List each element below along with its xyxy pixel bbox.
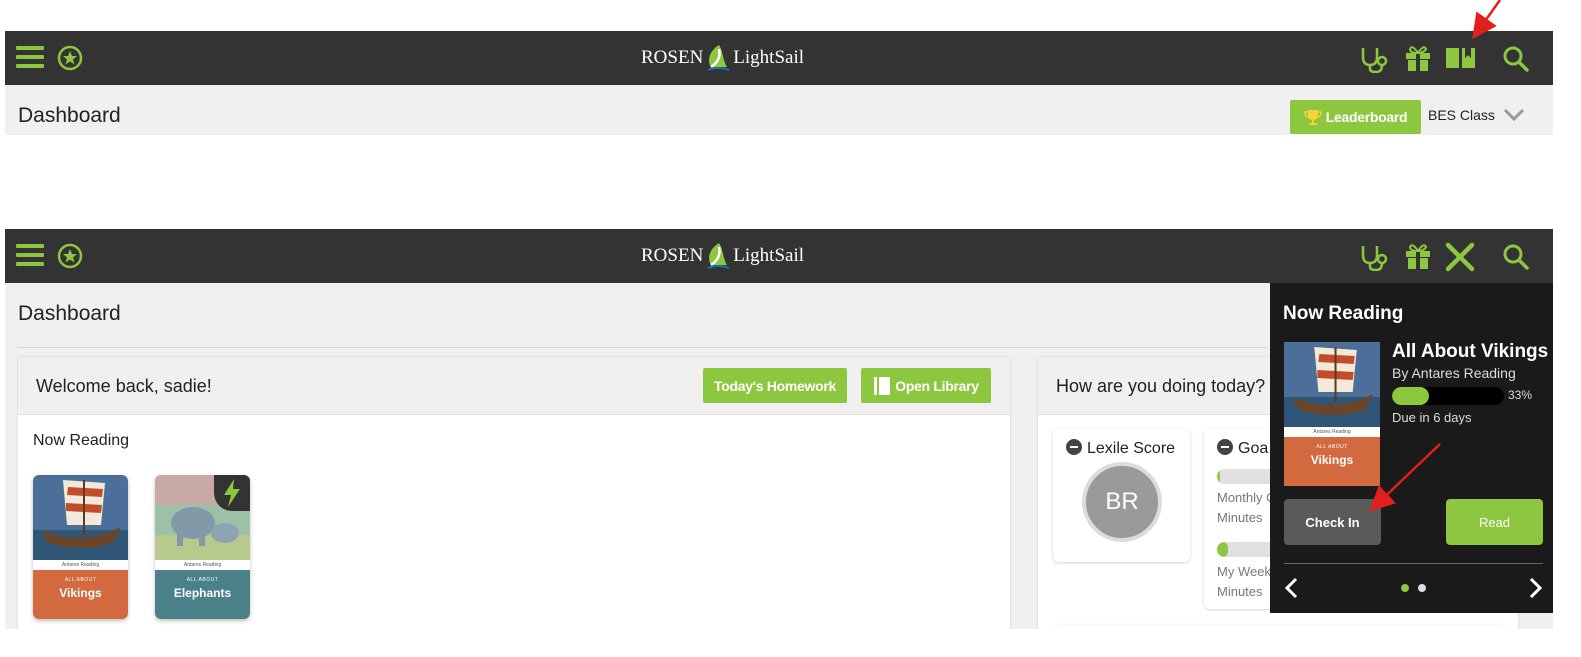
reading-progress-label: 33% — [1508, 388, 1533, 402]
read-button[interactable]: Read — [1446, 499, 1543, 545]
library-label: Open Library — [895, 377, 979, 394]
panel-author: By Antares Reading — [1392, 365, 1516, 381]
hamburger-menu-icon[interactable] — [16, 243, 46, 267]
carousel-dot-active[interactable] — [1401, 584, 1409, 592]
sail-logo-icon — [707, 45, 730, 71]
arrow-to-book-icon — [1472, 0, 1502, 40]
sail-logo-icon — [707, 243, 730, 269]
vikings-cover-art — [33, 475, 128, 560]
open-library-button[interactable]: Open Library — [861, 368, 991, 403]
brand-logo: ROSEN LightSail — [641, 241, 804, 271]
leaderboard-label: Leaderboard — [1325, 109, 1408, 125]
book-band: ALL ABOUT Vikings — [1284, 437, 1380, 486]
carousel-dot[interactable] — [1418, 584, 1426, 592]
screenshot-bottom: ROSEN LightSail Dashboard Welcome back, … — [5, 229, 1553, 629]
hamburger-menu-icon[interactable] — [16, 45, 46, 69]
class-name: BES Class — [1428, 107, 1495, 123]
star-circle-icon[interactable] — [57, 243, 83, 269]
how-doing-title: How are you doing today? — [1056, 376, 1266, 396]
search-icon[interactable] — [1502, 243, 1530, 271]
panel-divider — [1284, 563, 1543, 564]
book-band: ALL ABOUT Vikings — [33, 570, 128, 619]
brand-logo: ROSEN LightSail — [641, 43, 804, 73]
book-series: ALL ABOUT — [64, 577, 97, 583]
collapse-icon — [1066, 439, 1082, 455]
book-icon — [874, 376, 891, 395]
brand-right: LightSail — [733, 47, 805, 68]
panel-book-title: All About Vikings — [1392, 341, 1549, 362]
top-navbar: ROSEN LightSail — [5, 31, 1553, 85]
todays-homework-button[interactable]: Today's Homework — [703, 368, 847, 403]
gift-icon[interactable] — [1404, 44, 1432, 72]
brand-left: ROSEN — [641, 47, 704, 68]
panel-book-cover[interactable]: Antares Reading ALL ABOUT Vikings — [1284, 342, 1380, 486]
screenshot-top: ROSEN LightSail Dashboard Leaderboard BE… — [5, 31, 1553, 135]
page-title: Dashboard — [18, 104, 121, 127]
welcome-title: Welcome back, sadie! — [36, 376, 212, 396]
book-publisher: Antares Reading — [1284, 427, 1380, 437]
brand-right: LightSail — [733, 245, 805, 266]
lexile-card[interactable]: Lexile Score BR — [1053, 429, 1190, 562]
book-title: Vikings — [59, 586, 102, 600]
gift-icon[interactable] — [1404, 242, 1432, 270]
class-selector[interactable]: BES Class — [1428, 107, 1525, 123]
reading-progress-fill — [1392, 387, 1429, 405]
chevron-left-icon[interactable] — [1284, 577, 1298, 599]
page-title: Dashboard — [18, 302, 121, 325]
search-icon[interactable] — [1502, 45, 1530, 73]
check-in-button[interactable]: Check In — [1284, 499, 1381, 545]
book-series: ALL ABOUT — [186, 577, 219, 583]
monthly-goal-label: Monthly G Minutes — [1217, 490, 1277, 525]
star-circle-icon[interactable] — [57, 45, 83, 71]
panel-cover: Antares Reading ALL ABOUT Vikings — [1284, 342, 1380, 486]
top-navbar: ROSEN LightSail — [5, 229, 1553, 283]
welcome-card: Welcome back, sadie! Today's Homework Op… — [17, 356, 1011, 629]
collapse-icon — [1217, 439, 1233, 455]
weekly-goal-label: My Week Minutes — [1217, 564, 1271, 599]
homework-label: Today's Homework — [714, 377, 836, 394]
goals-label: Goa — [1238, 440, 1269, 457]
book-publisher: Antares Reading — [33, 560, 128, 570]
book-band: ALL ABOUT Elephants — [155, 570, 250, 619]
goals-heading: Goa — [1217, 439, 1268, 458]
lightning-icon — [224, 479, 240, 507]
close-x-icon[interactable] — [1445, 242, 1475, 272]
book-publisher: Antares Reading — [155, 560, 250, 570]
now-reading-label: Now Reading — [33, 432, 130, 449]
stethoscope-icon[interactable] — [1360, 243, 1390, 271]
book-vikings[interactable]: Antares Reading ALL ABOUT Vikings — [33, 475, 128, 619]
leaderboard-button[interactable]: Leaderboard — [1290, 100, 1421, 134]
due-date: Due in 6 days — [1392, 410, 1472, 425]
dashboard-header: Dashboard Leaderboard BES Class — [5, 85, 1553, 135]
stethoscope-icon[interactable] — [1360, 45, 1390, 73]
book-title: Vikings — [1310, 453, 1354, 467]
bottom-card — [1053, 625, 1508, 629]
reading-progress-bar — [1392, 387, 1504, 405]
open-book-icon[interactable] — [1445, 46, 1477, 70]
lexile-score-badge: BR — [1082, 462, 1162, 542]
book-series: ALL ABOUT — [1316, 444, 1348, 450]
chevron-right-icon[interactable] — [1529, 577, 1543, 599]
trophy-icon — [1303, 110, 1322, 125]
brand-left: ROSEN — [641, 245, 704, 266]
book-title: Elephants — [173, 586, 232, 600]
weekly-goal-fill — [1217, 542, 1228, 557]
title-divider — [17, 347, 1267, 348]
book-elephants[interactable]: Antares Reading ALL ABOUT Elephants — [155, 475, 250, 619]
vikings-cover-art — [1284, 342, 1380, 427]
panel-title: Now Reading — [1283, 303, 1404, 324]
lightning-badge — [214, 475, 250, 511]
lexile-label: Lexile Score — [1087, 440, 1176, 457]
lexile-heading: Lexile Score — [1066, 439, 1175, 458]
chevron-down-icon — [1503, 108, 1524, 122]
now-reading-panel: Now Reading Antares Reading ALL ABOUT Vi… — [1270, 283, 1553, 613]
welcome-card-header: Welcome back, sadie! Today's Homework Op… — [18, 357, 1010, 415]
monthly-goal-fill — [1217, 469, 1221, 484]
